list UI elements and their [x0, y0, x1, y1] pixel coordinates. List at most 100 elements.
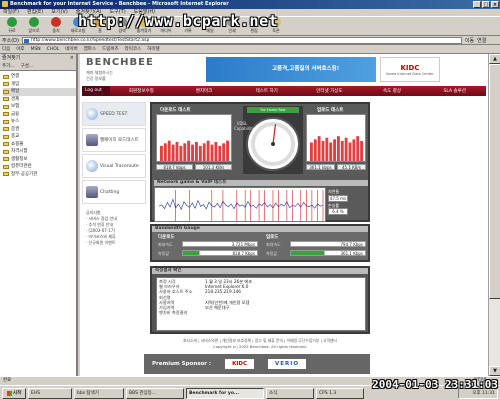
footer-link[interactable]: 광고 및 제휴 문의 — [255, 338, 283, 343]
nav-member-edit[interactable]: 회원정보수정 — [110, 88, 173, 94]
back-icon — [7, 17, 17, 27]
speed-test-panel: 다운로드 테스트 업로드 테스트 818.7 kbps 101.3 KB/s 3… — [150, 102, 370, 222]
favorite-folder[interactable]: 금융 — [3, 111, 76, 119]
link-msn[interactable]: MSN — [31, 47, 41, 52]
favorite-folder[interactable]: 메일 — [3, 88, 76, 96]
favorite-folder[interactable]: 연결 — [3, 73, 76, 81]
footer-link[interactable]: 개인정보 보호정책 — [222, 338, 251, 343]
link-empas[interactable]: 엠파스 — [84, 46, 96, 52]
kidc-logo[interactable]: KIDC Korea Internet Data Center — [380, 57, 440, 82]
notice-list: 공지사항 · 서비스 점검 안내 · 추석 연휴 안내 · [2003-07-1… — [86, 210, 117, 245]
throughput-bar — [226, 140, 229, 161]
webpage-load-link[interactable]: 웹페이지 로드테스트 — [82, 128, 146, 152]
favorite-folder[interactable]: 종교 — [3, 133, 76, 141]
menu-edit[interactable]: 편집(E) — [27, 9, 43, 16]
stop-icon — [51, 17, 61, 27]
stop-button[interactable]: 중지 — [46, 17, 66, 35]
folder-icon — [3, 164, 9, 169]
nav-test[interactable]: 테스트 하기 — [235, 88, 298, 94]
forward-button[interactable]: 앞으로 — [24, 17, 44, 35]
folder-icon — [3, 89, 9, 94]
footer-link[interactable]: 이메일 무단수집거부 — [287, 338, 320, 343]
link-daum[interactable]: 다음 — [2, 46, 10, 52]
scroll-thumb[interactable] — [489, 64, 500, 299]
link-lycos[interactable]: 라이코스 — [125, 46, 142, 52]
maximize-button[interactable]: □ — [482, 1, 490, 8]
photo-timestamp: 2004-01-03 23:31:03 — [372, 378, 498, 391]
footer-link[interactable]: 서비스약관 — [201, 338, 218, 343]
favorite-folder[interactable]: 자격시험 — [3, 148, 76, 156]
latency-line — [158, 198, 324, 210]
favorites-list: 연결 게임 메일 경제 보험 금융 뉴스 증권 종교 쇼핑몰 자격시험 생활정보 컴퓨터관련 정부·공공기… — [0, 71, 76, 178]
close-icon[interactable]: × — [70, 54, 74, 62]
favorite-folder[interactable]: 보험 — [3, 103, 76, 111]
throughput-bar — [206, 140, 210, 161]
throughput-bar — [202, 143, 206, 161]
bw-upload-max: 794.7 Kbps — [290, 241, 366, 247]
link-naver[interactable]: 네이버 — [65, 46, 77, 52]
throughput-bar — [340, 140, 344, 161]
network-line-chart — [158, 190, 324, 221]
go-button[interactable]: 이동 — [465, 37, 474, 44]
download-graph — [156, 114, 232, 162]
nav-internet-map[interactable]: 인터넷 가상도 — [298, 88, 361, 94]
ad-banner[interactable]: 고품격,고품질의 서버호스팅! — [206, 57, 376, 82]
vertical-scrollbar[interactable]: ▲ ▼ — [488, 54, 500, 376]
logout-button[interactable]: Log out — [82, 86, 110, 96]
link-yahoo[interactable]: 야후 — [16, 46, 24, 52]
favorites-organize-button[interactable]: 구성... — [21, 62, 34, 70]
throughput-bar — [344, 137, 348, 161]
link-dreamwiz[interactable]: 드림위즈 — [102, 46, 119, 52]
favorite-folder[interactable]: 생활정보 — [3, 156, 76, 164]
close-button[interactable]: × — [491, 1, 499, 8]
task-ehs[interactable]: EHS — [28, 387, 72, 399]
download-kBps: 101.3 KB/s — [195, 164, 232, 170]
throughput-bar — [321, 140, 325, 161]
favorite-folder[interactable]: 쇼핑몰 — [3, 141, 76, 149]
task-benchmark[interactable]: Benchmark for yo... — [186, 387, 264, 399]
task-news[interactable]: 소식 — [266, 387, 314, 399]
sponsor-bar: Premium Sponsor : KIDC VERIO — [144, 354, 370, 374]
favorite-folder[interactable]: 정부·공공기관 — [3, 171, 76, 179]
favorite-folder[interactable]: 게임 — [3, 81, 76, 89]
start-button[interactable]: 시작 — [2, 387, 26, 399]
traceroute-link[interactable]: Visual Traceroute — [82, 154, 146, 178]
scroll-up-arrow[interactable]: ▲ — [489, 54, 500, 64]
watermark-url: http://www.bcpark.net — [78, 12, 279, 30]
speed-test-link[interactable]: SPEED TEST — [82, 102, 146, 126]
address-input[interactable]: http://www.benchbee.co.kr/Speedtest/Test… — [21, 36, 462, 44]
task-bbs[interactable]: BBS 관심등... — [126, 387, 184, 399]
favorite-folder[interactable]: 컴퓨터관련 — [3, 163, 76, 171]
scroll-down-arrow[interactable]: ▼ — [489, 366, 500, 376]
nav-speed-up[interactable]: 속도 향상 — [361, 88, 424, 94]
chatting-link[interactable]: Chatting — [82, 180, 146, 204]
sponsor-verio[interactable]: VERIO — [268, 359, 307, 369]
sponsor-kidc[interactable]: KIDC — [225, 359, 255, 369]
throughput-bar — [310, 142, 313, 161]
jitter-value: 47.5 ms — [328, 194, 348, 202]
menu-file[interactable]: 파일(F) — [3, 9, 19, 16]
bw-upload-measured: 361.1 Kbps — [290, 250, 366, 256]
task-explorer[interactable]: bbs 탐색기 — [74, 387, 124, 399]
minimize-button[interactable]: _ — [473, 1, 481, 8]
address-bar: 주소(D) http://www.benchbee.co.kr/Speedtes… — [0, 36, 500, 45]
task-cps[interactable]: CPS 1.3 — [316, 387, 364, 399]
loss-value: 6.4 % — [328, 208, 348, 215]
link-chol[interactable]: CHOL — [47, 47, 60, 52]
footer-link[interactable]: 회사소개 — [183, 338, 197, 343]
footer-link[interactable]: 고객센터 — [323, 338, 337, 343]
throughput-bar — [317, 136, 321, 161]
favorites-add-button[interactable]: 추가... — [2, 62, 15, 70]
back-button[interactable]: 뒤로 — [2, 17, 22, 35]
favorite-folder[interactable]: 뉴스 — [3, 118, 76, 126]
throughput-bar — [333, 139, 336, 161]
benchbee-logo[interactable]: BENCHBEE — [86, 57, 154, 68]
bw-row-measured: 측정값 — [158, 251, 170, 256]
nav-sla[interactable]: SLA 솔루션 — [423, 88, 486, 94]
favorite-folder[interactable]: 경제 — [3, 96, 76, 104]
folder-icon — [3, 134, 9, 139]
menu-view[interactable]: 보기(V) — [51, 9, 68, 16]
favorite-folder[interactable]: 증권 — [3, 126, 76, 134]
nav-benchmark[interactable]: 벤치마크 — [173, 88, 236, 94]
link-hitel[interactable]: 하이텔 — [147, 46, 159, 52]
